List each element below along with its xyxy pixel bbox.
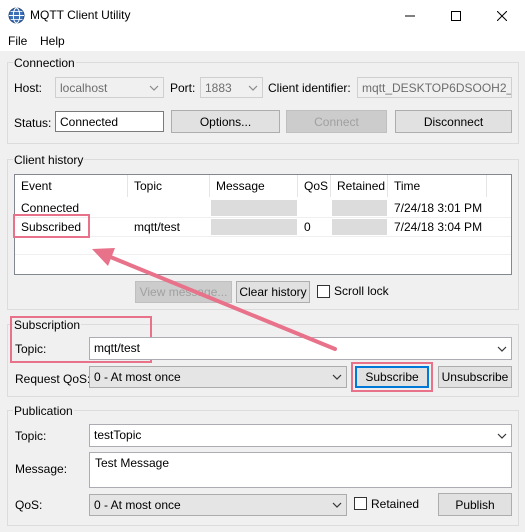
- disconnect-button[interactable]: Disconnect: [395, 110, 512, 133]
- table-cell-retained: [332, 200, 387, 216]
- column-header-filler: [487, 175, 511, 197]
- chevron-down-icon: [248, 85, 258, 91]
- app-globe-icon: [8, 7, 25, 24]
- scroll-lock-checkbox[interactable]: [317, 285, 330, 298]
- scroll-lock-label: Scroll lock: [334, 284, 389, 298]
- host-label: Host:: [14, 81, 43, 95]
- connect-button[interactable]: Connect: [286, 110, 387, 133]
- message-label: Message:: [15, 462, 68, 476]
- chevron-down-icon: [332, 502, 342, 508]
- publication-topic-label: Topic:: [15, 429, 47, 443]
- connection-group-label: Connection: [13, 56, 76, 70]
- chevron-down-icon: [497, 346, 507, 352]
- close-button[interactable]: [479, 0, 525, 31]
- clear-history-button[interactable]: Clear history: [236, 281, 310, 303]
- client-history-group-label: Client history: [13, 153, 85, 167]
- subscribe-button[interactable]: Subscribe: [355, 366, 429, 388]
- table-cell-time: 7/24/18 3:01 PM: [394, 201, 483, 215]
- publication-qos-label: QoS:: [15, 498, 43, 512]
- host-combo[interactable]: localhost: [55, 77, 164, 98]
- close-icon: [497, 10, 507, 21]
- status-label: Status:: [14, 116, 52, 130]
- publication-topic-combo[interactable]: testTopic: [89, 424, 512, 447]
- options-button[interactable]: Options...: [171, 110, 280, 133]
- client-id-field[interactable]: mqtt_DESKTOP6DSOOH2_1: [357, 77, 512, 98]
- table-cell-retained: [332, 219, 387, 235]
- table-cell-message: [211, 200, 297, 216]
- table-cell-qos: 0: [304, 220, 311, 234]
- menu-file[interactable]: File: [8, 34, 27, 48]
- publication-group-label: Publication: [13, 404, 74, 418]
- maximize-icon: [451, 10, 461, 21]
- request-qos-label: Request QoS:: [15, 372, 91, 386]
- view-message-button[interactable]: View message...: [135, 281, 232, 303]
- row-divider: [15, 254, 511, 255]
- subscription-topic-combo[interactable]: mqtt/test: [89, 337, 512, 360]
- publish-button[interactable]: Publish: [438, 493, 512, 516]
- retained-checkbox[interactable]: [354, 497, 367, 510]
- column-header-message[interactable]: Message: [210, 175, 298, 197]
- unsubscribe-button[interactable]: Unsubscribe: [438, 366, 512, 388]
- maximize-button[interactable]: [433, 0, 479, 31]
- chevron-down-icon: [149, 85, 159, 91]
- request-qos-value: 0 - At most once: [94, 370, 181, 384]
- port-combo[interactable]: 1883: [200, 77, 263, 98]
- column-header-event[interactable]: Event: [15, 175, 128, 197]
- chevron-down-icon: [497, 433, 507, 439]
- retained-label: Retained: [371, 497, 420, 511]
- column-header-time[interactable]: Time: [388, 175, 487, 197]
- table-cell-time: 7/24/18 3:04 PM: [394, 220, 483, 234]
- subscription-topic-label: Topic:: [15, 342, 47, 356]
- message-textarea[interactable]: Test Message: [89, 452, 512, 488]
- host-value: localhost: [60, 81, 108, 95]
- publication-topic-value: testTopic: [94, 428, 142, 442]
- table-cell-topic: mqtt/test: [134, 220, 181, 234]
- publication-qos-value: 0 - At most once: [94, 498, 181, 512]
- column-header-topic[interactable]: Topic: [128, 175, 210, 197]
- window-title: MQTT Client Utility: [30, 8, 131, 22]
- column-header-retained[interactable]: Retained: [331, 175, 388, 197]
- menu-help[interactable]: Help: [40, 34, 65, 48]
- port-label: Port:: [170, 81, 196, 95]
- table-cell-message: [211, 219, 297, 235]
- minimize-button[interactable]: [387, 0, 433, 31]
- client-id-label: Client identifier:: [268, 81, 351, 95]
- column-header-qos[interactable]: QoS: [298, 175, 331, 197]
- menu-bar: [0, 31, 525, 51]
- subscription-topic-value: mqtt/test: [94, 341, 141, 355]
- status-field: Connected: [55, 111, 164, 132]
- request-qos-combo[interactable]: 0 - At most once: [89, 366, 347, 388]
- chevron-down-icon: [332, 374, 342, 380]
- publication-qos-combo[interactable]: 0 - At most once: [89, 494, 347, 516]
- minimize-icon: [405, 15, 415, 16]
- annotation-highlight-subscribed: [13, 214, 90, 238]
- port-value: 1883: [205, 81, 232, 95]
